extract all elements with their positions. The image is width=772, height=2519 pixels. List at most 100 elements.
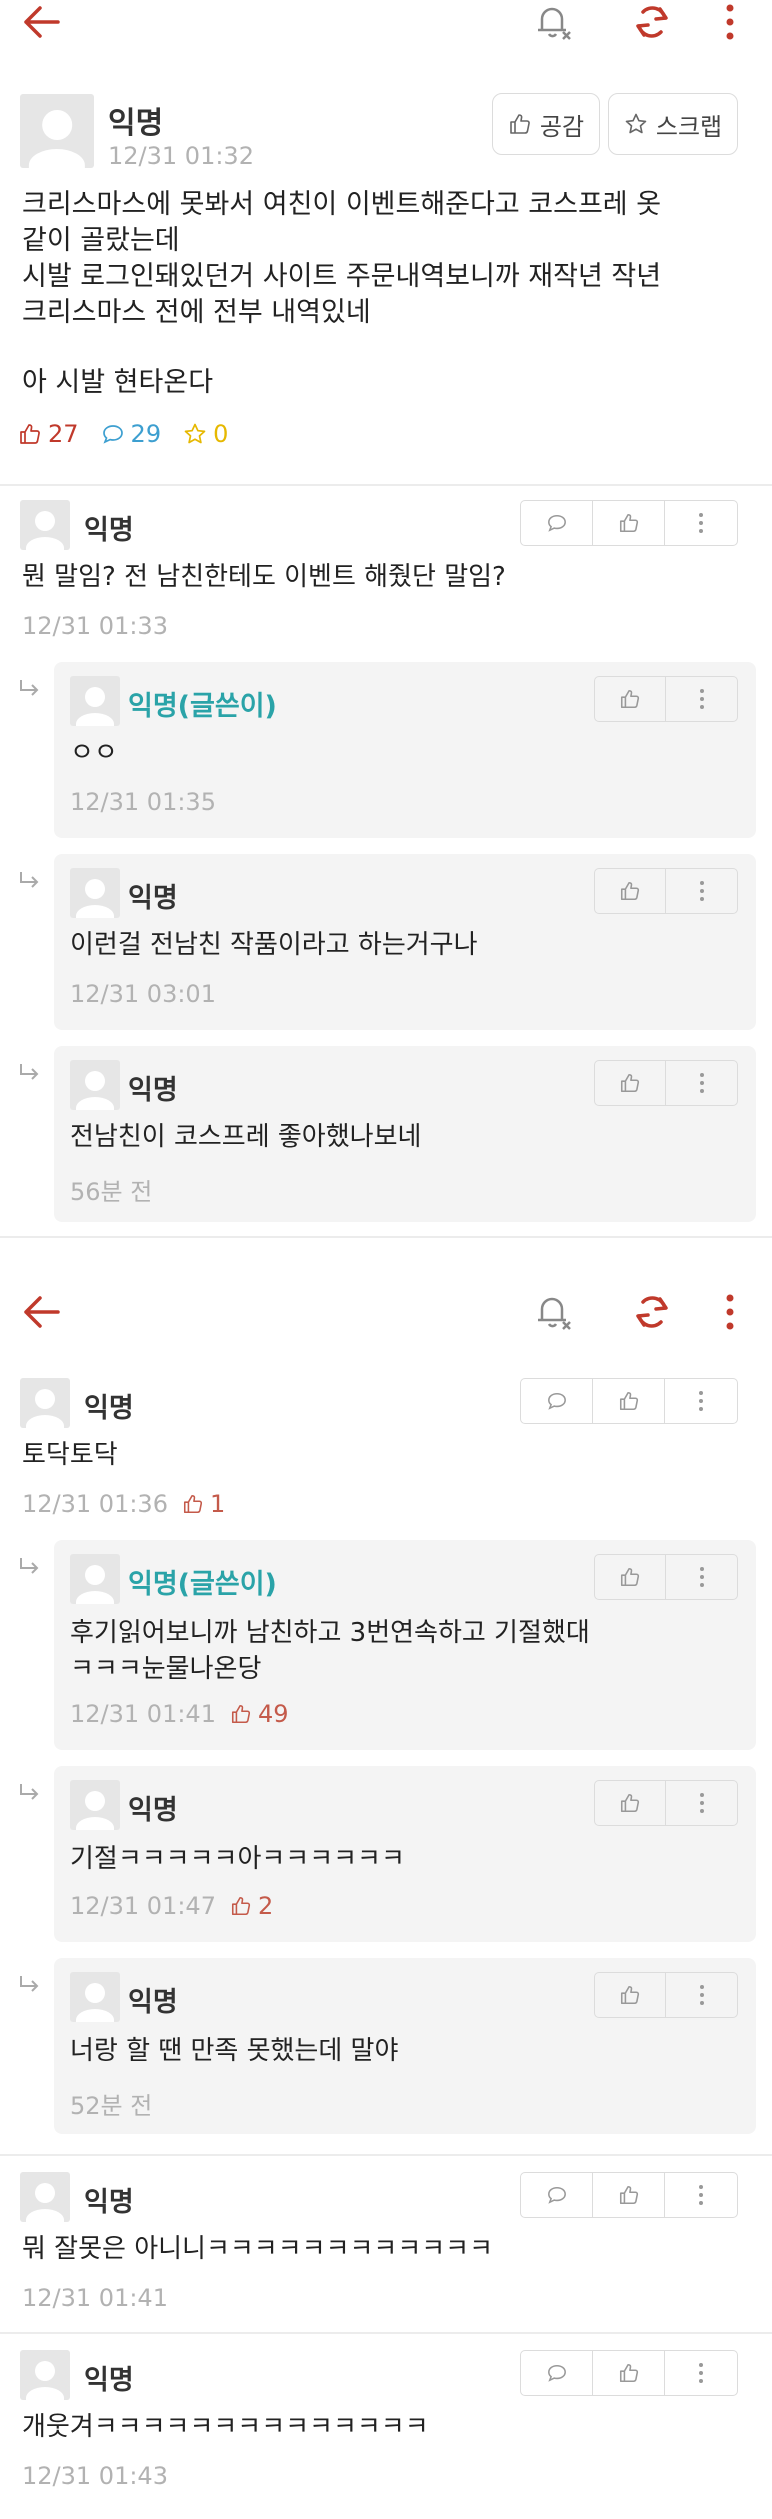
comment-avatar — [70, 676, 120, 726]
more-vertical-icon — [699, 1792, 705, 1814]
post-body-line: 아 시발 현타온다 — [22, 367, 214, 398]
comment-time: 52분 전 — [70, 2092, 153, 2120]
comment-avatar — [70, 1060, 120, 1110]
comment-actions — [594, 1972, 738, 2018]
post-body-line: 크리스마스 전에 전부 내역있네 — [22, 297, 371, 328]
comment-avatar — [70, 1972, 120, 2022]
comment-text: ㅇㅇ — [70, 738, 118, 768]
comment-more-button[interactable] — [666, 1973, 737, 2017]
comment-actions — [594, 676, 738, 722]
comment-more-button[interactable] — [666, 677, 737, 721]
thumbs-up-icon — [230, 1703, 252, 1725]
comment-like-button[interactable] — [593, 2173, 665, 2217]
more-vertical-icon[interactable] — [724, 1292, 736, 1332]
comment-like-button[interactable] — [595, 1555, 666, 1599]
comment-author-writer: 익명(글쓴이) — [128, 1569, 277, 1600]
thumbs-up-icon — [508, 112, 532, 136]
comment-like-button[interactable] — [593, 1379, 665, 1423]
comment-text: 개웃겨ㅋㅋㅋㅋㅋㅋㅋㅋㅋㅋㅋㅋㅋㅋ — [22, 2412, 429, 2442]
like-count: 27 — [18, 420, 79, 448]
more-vertical-icon[interactable] — [724, 2, 736, 42]
comment-avatar — [70, 868, 120, 918]
comment-like-button[interactable] — [595, 1061, 666, 1105]
comment-more-button[interactable] — [666, 1781, 737, 1825]
refresh-icon[interactable] — [632, 1292, 672, 1332]
thumbs-up-icon — [619, 1984, 641, 2006]
comment-text: 뭔 말임? 전 남친한테도 이벤트 해줬단 말임? — [22, 562, 506, 592]
comment-avatar — [70, 1780, 120, 1830]
comment-time: 12/31 01:41 — [70, 1700, 216, 1728]
comment-text: 전남친이 코스프레 좋아했나보네 — [70, 1122, 422, 1152]
more-vertical-icon — [698, 2184, 704, 2206]
comment-text: 토닥토닥 — [22, 1440, 118, 1470]
thumbs-up-icon — [618, 512, 640, 534]
refresh-icon[interactable] — [632, 2, 672, 42]
comment-author: 익명 — [84, 2365, 134, 2396]
comment-author: 익명 — [84, 1393, 134, 1424]
back-arrow-icon[interactable] — [22, 4, 62, 40]
more-vertical-icon — [699, 1984, 705, 2006]
thumbs-up-icon — [619, 1566, 641, 1588]
comment-like-button[interactable] — [595, 1973, 666, 2017]
comment-more-button[interactable] — [666, 1555, 737, 1599]
comment-more-button[interactable] — [666, 1061, 737, 1105]
comment-author: 익명 — [128, 1075, 178, 1106]
comment-avatar — [70, 1554, 120, 1604]
comment-like-button[interactable] — [595, 869, 666, 913]
comment-actions — [520, 2172, 738, 2218]
comment-more-button[interactable] — [665, 2351, 737, 2395]
comment-text: 너랑 할 땐 만족 못했는데 말야 — [70, 2036, 399, 2066]
thumbs-up-icon — [182, 1493, 204, 1515]
star-icon — [624, 112, 648, 136]
more-vertical-icon — [699, 1566, 705, 1588]
comment-bubble-icon — [101, 422, 125, 446]
thumbs-up-icon — [230, 1895, 252, 1917]
comment-time: 12/31 03:01 — [70, 980, 216, 1008]
comment-more-button[interactable] — [666, 869, 737, 913]
notification-off-icon[interactable] — [532, 1292, 574, 1332]
post-author-name: 익명 — [108, 106, 164, 141]
reply-button[interactable] — [521, 501, 593, 545]
comment-like-button[interactable] — [595, 677, 666, 721]
thumbs-up-icon — [619, 880, 641, 902]
comment-time: 12/31 01:33 — [22, 612, 168, 640]
comment-text: 후기읽어보니까 남친하고 3번연속하고 기절했대 — [70, 1618, 590, 1648]
scrap-button[interactable]: 스크랩 — [608, 93, 738, 155]
comment-time: 12/31 01:47 — [70, 1892, 216, 1920]
comment-avatar — [20, 500, 70, 550]
back-arrow-icon[interactable] — [22, 1294, 62, 1330]
thumbs-up-icon — [619, 688, 641, 710]
comment-author: 익명 — [128, 883, 178, 914]
notification-off-icon[interactable] — [532, 2, 574, 42]
top-app-bar — [0, 0, 772, 70]
comment-time: 56분 전 — [70, 1178, 153, 1206]
post-body-line: 시발 로그인돼있던거 사이트 주문내역보니까 재작년 작년 — [22, 261, 662, 292]
comment-author: 익명 — [128, 1987, 178, 2018]
comment-bubble-icon — [546, 513, 568, 533]
comment-author: 익명 — [84, 2187, 134, 2218]
top-app-bar — [0, 1290, 772, 1360]
thumbs-up-icon — [618, 1390, 640, 1412]
comment-like-button[interactable] — [593, 2351, 665, 2395]
reply-button[interactable] — [521, 2173, 593, 2217]
comment-text: 이런걸 전남친 작품이라고 하는거구나 — [70, 930, 478, 960]
comment-avatar — [20, 2350, 70, 2400]
more-vertical-icon — [699, 880, 705, 902]
reply-button[interactable] — [521, 2351, 593, 2395]
comment-more-button[interactable] — [665, 2173, 737, 2217]
divider — [0, 1236, 772, 1238]
comment-like-button[interactable] — [593, 501, 665, 545]
comment-text: 뭐 잘못은 아니니ㅋㅋㅋㅋㅋㅋㅋㅋㅋㅋㅋㅋ — [22, 2234, 494, 2264]
reply-button[interactable] — [521, 1379, 593, 1423]
post-body-line: 같이 골랐는데 — [22, 225, 180, 256]
comment-like-button[interactable] — [595, 1781, 666, 1825]
comment-author: 익명 — [128, 1795, 178, 1826]
like-button[interactable]: 공감 — [492, 93, 600, 155]
comment-more-button[interactable] — [665, 1379, 737, 1423]
thumbs-up-icon — [618, 2184, 640, 2206]
comment-actions — [594, 1554, 738, 1600]
comment-actions — [594, 1060, 738, 1106]
reply-arrow-icon — [18, 1062, 40, 1082]
comment-more-button[interactable] — [665, 501, 737, 545]
comment-time: 12/31 01:36 — [22, 1490, 168, 1518]
